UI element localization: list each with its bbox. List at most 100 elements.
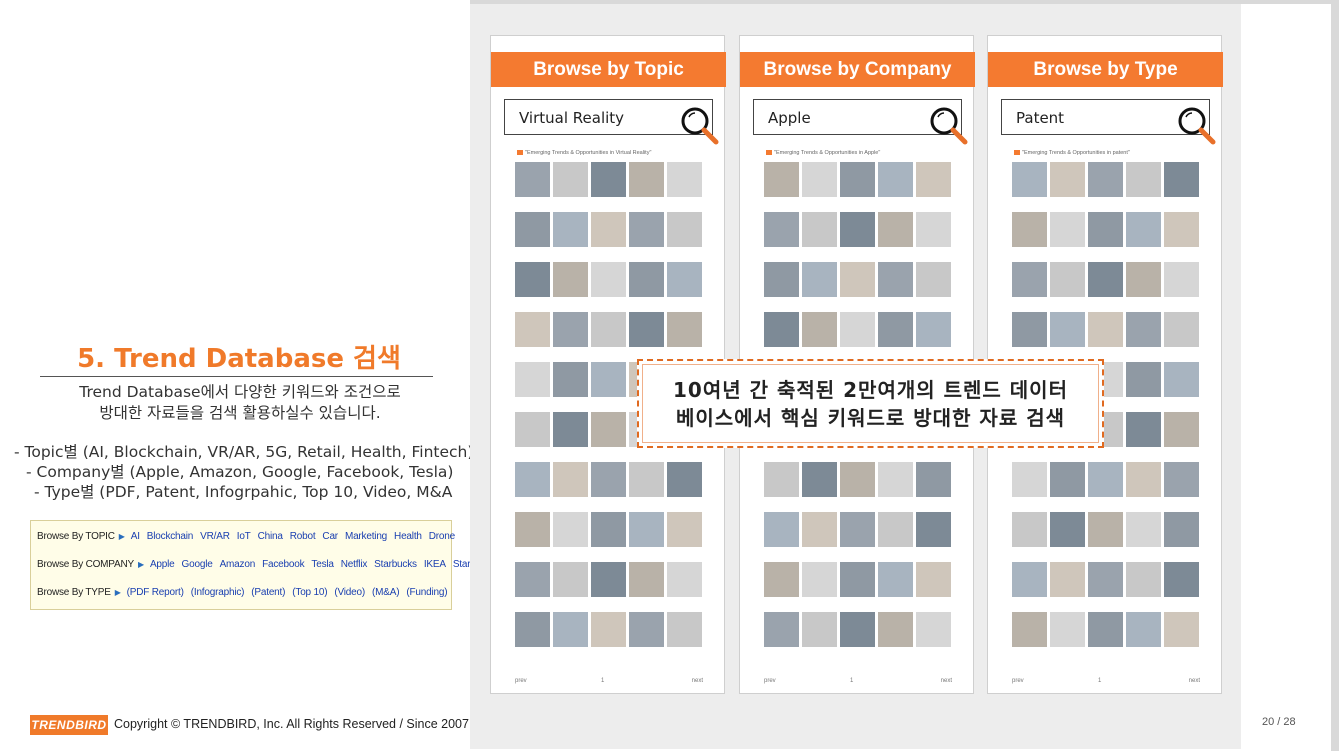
result-thumbnail[interactable] xyxy=(1164,562,1199,597)
result-thumbnail[interactable] xyxy=(1050,162,1085,197)
result-thumbnail[interactable] xyxy=(553,562,588,597)
result-thumbnail[interactable] xyxy=(916,512,951,547)
result-thumbnail[interactable] xyxy=(1012,612,1047,647)
result-thumbnail[interactable] xyxy=(878,562,913,597)
browse-link[interactable]: Health xyxy=(394,531,422,542)
result-thumbnail[interactable] xyxy=(916,162,951,197)
result-thumbnail[interactable] xyxy=(1164,262,1199,297)
result-thumbnail[interactable] xyxy=(802,312,837,347)
result-thumbnail[interactable] xyxy=(667,212,702,247)
result-thumbnail[interactable] xyxy=(629,312,664,347)
result-thumbnail[interactable] xyxy=(591,362,626,397)
result-thumbnail[interactable] xyxy=(1050,212,1085,247)
page-number[interactable]: 1 xyxy=(850,678,853,684)
search-input[interactable]: Virtual Reality xyxy=(504,99,719,145)
browse-link[interactable]: (M&A) xyxy=(372,587,400,598)
next-link[interactable]: next xyxy=(692,678,703,684)
result-thumbnail[interactable] xyxy=(916,612,951,647)
result-thumbnail[interactable] xyxy=(916,462,951,497)
result-thumbnail[interactable] xyxy=(553,262,588,297)
result-thumbnail[interactable] xyxy=(840,612,875,647)
result-thumbnail[interactable] xyxy=(802,612,837,647)
result-thumbnail[interactable] xyxy=(1088,212,1123,247)
result-thumbnail[interactable] xyxy=(1088,162,1123,197)
result-thumbnail[interactable] xyxy=(515,262,550,297)
result-thumbnail[interactable] xyxy=(1088,312,1123,347)
result-thumbnail[interactable] xyxy=(840,512,875,547)
result-thumbnail[interactable] xyxy=(764,612,799,647)
result-thumbnail[interactable] xyxy=(1012,212,1047,247)
result-thumbnail[interactable] xyxy=(1012,462,1047,497)
result-thumbnail[interactable] xyxy=(764,512,799,547)
result-thumbnail[interactable] xyxy=(591,262,626,297)
result-thumbnail[interactable] xyxy=(802,212,837,247)
result-thumbnail[interactable] xyxy=(591,462,626,497)
result-thumbnail[interactable] xyxy=(515,362,550,397)
result-thumbnail[interactable] xyxy=(764,162,799,197)
result-thumbnail[interactable] xyxy=(878,312,913,347)
browse-link[interactable]: (Top 10) xyxy=(292,587,327,598)
result-thumbnail[interactable] xyxy=(667,462,702,497)
browse-link[interactable]: (Patent) xyxy=(251,587,285,598)
browse-link[interactable]: Blockchain xyxy=(147,531,194,542)
prev-link[interactable]: prev xyxy=(515,678,527,684)
result-thumbnail[interactable] xyxy=(515,412,550,447)
result-thumbnail[interactable] xyxy=(591,412,626,447)
result-thumbnail[interactable] xyxy=(1012,162,1047,197)
result-thumbnail[interactable] xyxy=(629,512,664,547)
result-thumbnail[interactable] xyxy=(515,212,550,247)
browse-link[interactable]: Apple xyxy=(150,559,175,570)
result-thumbnail[interactable] xyxy=(591,562,626,597)
result-thumbnail[interactable] xyxy=(802,162,837,197)
next-link[interactable]: next xyxy=(941,678,952,684)
result-thumbnail[interactable] xyxy=(629,562,664,597)
result-thumbnail[interactable] xyxy=(840,462,875,497)
result-thumbnail[interactable] xyxy=(591,612,626,647)
result-thumbnail[interactable] xyxy=(553,612,588,647)
result-thumbnail[interactable] xyxy=(1164,212,1199,247)
result-thumbnail[interactable] xyxy=(1126,312,1161,347)
result-thumbnail[interactable] xyxy=(764,262,799,297)
result-thumbnail[interactable] xyxy=(667,312,702,347)
browse-link[interactable]: Google xyxy=(182,559,213,570)
magnifier-icon[interactable] xyxy=(927,104,971,148)
result-thumbnail[interactable] xyxy=(629,212,664,247)
result-thumbnail[interactable] xyxy=(1088,262,1123,297)
result-thumbnail[interactable] xyxy=(515,312,550,347)
magnifier-icon[interactable] xyxy=(1175,104,1219,148)
result-thumbnail[interactable] xyxy=(878,612,913,647)
result-thumbnail[interactable] xyxy=(916,312,951,347)
result-thumbnail[interactable] xyxy=(515,612,550,647)
result-thumbnail[interactable] xyxy=(764,562,799,597)
search-input[interactable]: Apple xyxy=(753,99,968,145)
result-thumbnail[interactable] xyxy=(802,562,837,597)
browse-link[interactable]: (Infographic) xyxy=(191,587,245,598)
result-thumbnail[interactable] xyxy=(840,262,875,297)
browse-link[interactable]: VR/AR xyxy=(200,531,230,542)
result-thumbnail[interactable] xyxy=(1012,512,1047,547)
result-thumbnail[interactable] xyxy=(591,512,626,547)
browse-link[interactable]: Drone xyxy=(429,531,455,542)
result-thumbnail[interactable] xyxy=(802,262,837,297)
page-number[interactable]: 1 xyxy=(601,678,604,684)
result-thumbnail[interactable] xyxy=(553,412,588,447)
result-thumbnail[interactable] xyxy=(916,562,951,597)
result-thumbnail[interactable] xyxy=(591,162,626,197)
result-thumbnail[interactable] xyxy=(1126,362,1161,397)
result-thumbnail[interactable] xyxy=(840,312,875,347)
result-thumbnail[interactable] xyxy=(591,212,626,247)
browse-link[interactable]: Robot xyxy=(290,531,316,542)
browse-link[interactable]: China xyxy=(258,531,283,542)
result-thumbnail[interactable] xyxy=(1126,262,1161,297)
result-thumbnail[interactable] xyxy=(878,162,913,197)
result-thumbnail[interactable] xyxy=(1164,462,1199,497)
result-thumbnail[interactable] xyxy=(515,162,550,197)
result-thumbnail[interactable] xyxy=(667,562,702,597)
result-thumbnail[interactable] xyxy=(1164,362,1199,397)
result-thumbnail[interactable] xyxy=(802,462,837,497)
result-thumbnail[interactable] xyxy=(1050,462,1085,497)
result-thumbnail[interactable] xyxy=(1012,312,1047,347)
result-thumbnail[interactable] xyxy=(840,212,875,247)
result-thumbnail[interactable] xyxy=(764,212,799,247)
browse-link[interactable]: Marketing xyxy=(345,531,387,542)
